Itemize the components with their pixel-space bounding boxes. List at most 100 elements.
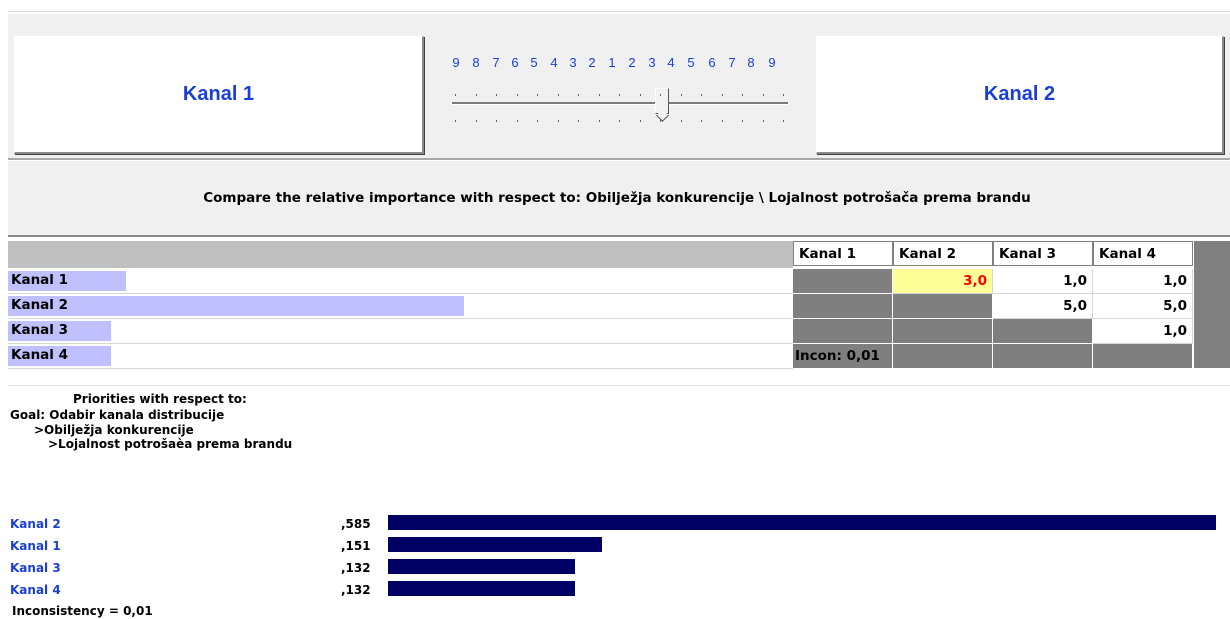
slider-tick bbox=[516, 120, 518, 122]
goal-label: Goal: Odabir kanala distribucije bbox=[10, 408, 225, 422]
matrix-cell-selected[interactable]: 3,0 bbox=[893, 269, 993, 294]
matrix-row-label[interactable]: Kanal 1 bbox=[8, 269, 793, 294]
right-alternative-label: Kanal 2 bbox=[983, 83, 1056, 105]
slider-tick bbox=[537, 120, 538, 122]
slider-track[interactable] bbox=[452, 102, 788, 105]
row-priority-bar bbox=[8, 296, 464, 316]
inconsistency-cell: Incon: 0,01 bbox=[793, 344, 893, 369]
matrix-cell-diagonal bbox=[893, 294, 993, 319]
matrix-cell-lower bbox=[793, 294, 893, 319]
slider-tick bbox=[660, 120, 661, 122]
scale-number: 7 bbox=[492, 55, 500, 70]
priority-value: ,132 bbox=[341, 583, 371, 597]
scale-number: 4 bbox=[667, 55, 675, 70]
slider-tick bbox=[516, 94, 518, 96]
slider-tick bbox=[598, 94, 600, 96]
inconsistency-label: Inconsistency = 0,01 bbox=[12, 604, 153, 618]
top-divider bbox=[8, 11, 1230, 12]
slider-tick bbox=[680, 120, 682, 122]
slider-tick bbox=[455, 94, 456, 96]
matrix-cell-lower bbox=[893, 344, 993, 369]
matrix-cell[interactable]: 5,0 bbox=[1093, 294, 1193, 319]
scale-number: 7 bbox=[728, 55, 736, 70]
matrix-cell-lower bbox=[893, 319, 993, 344]
matrix-cell[interactable]: 1,0 bbox=[1093, 269, 1193, 294]
slider-tick bbox=[475, 120, 477, 122]
comparison-slider[interactable] bbox=[452, 88, 788, 126]
priority-row: Kanal 3 ,132 bbox=[8, 558, 1230, 578]
scale-number: 1 bbox=[608, 55, 616, 70]
slider-thumb[interactable] bbox=[655, 88, 669, 114]
slider-tick bbox=[455, 120, 456, 122]
band-divider bbox=[8, 158, 1230, 160]
scale-number: 2 bbox=[588, 55, 596, 70]
left-alternative-button[interactable]: Kanal 1 bbox=[14, 36, 424, 154]
row-label-text: Kanal 1 bbox=[11, 272, 69, 288]
slider-tick bbox=[721, 120, 723, 122]
slider-tick bbox=[762, 94, 764, 96]
slider-tick bbox=[762, 120, 764, 122]
scale-numbers: 98765432123456789 bbox=[446, 55, 792, 73]
slider-tick bbox=[578, 120, 579, 122]
slider-tick bbox=[619, 120, 620, 122]
slider-tick bbox=[742, 120, 743, 122]
priority-bar bbox=[388, 537, 602, 552]
priority-row: Kanal 2 ,585 bbox=[8, 514, 1230, 534]
matrix-right-panel bbox=[1194, 241, 1230, 368]
matrix-cell[interactable]: 1,0 bbox=[1093, 319, 1193, 344]
scale-number: 9 bbox=[452, 55, 460, 70]
row-label-text: Kanal 2 bbox=[11, 297, 69, 313]
slider-tick bbox=[680, 94, 682, 96]
compare-prompt: Compare the relative importance with res… bbox=[203, 190, 1031, 206]
matrix-cell[interactable]: 1,0 bbox=[993, 269, 1093, 294]
slider-tick bbox=[639, 120, 641, 122]
slider-tick bbox=[742, 94, 743, 96]
slider-tick bbox=[701, 94, 702, 96]
priority-bar bbox=[388, 581, 575, 596]
priority-row: Kanal 1 ,151 bbox=[8, 536, 1230, 556]
column-header: Kanal 3 bbox=[993, 241, 1093, 266]
matrix-row-label[interactable]: Kanal 4 bbox=[8, 344, 793, 369]
slider-tick bbox=[537, 94, 538, 96]
subcriterion-label: >Lojalnost potrošaèa prema brandu bbox=[48, 437, 293, 451]
priority-name: Kanal 1 bbox=[10, 539, 61, 553]
priority-bar bbox=[388, 559, 575, 574]
priority-value: ,151 bbox=[341, 539, 371, 553]
matrix-cell[interactable]: 5,0 bbox=[993, 294, 1093, 319]
matrix-cell-lower bbox=[993, 344, 1093, 369]
scale-number: 3 bbox=[648, 55, 656, 70]
slider-tick bbox=[660, 94, 661, 96]
scale-number: 9 bbox=[768, 55, 776, 70]
matrix-cell-lower bbox=[793, 319, 893, 344]
priorities-title: Priorities with respect to: bbox=[73, 392, 247, 406]
slider-tick bbox=[783, 120, 784, 122]
matrix-row-label[interactable]: Kanal 3 bbox=[8, 319, 793, 344]
section-divider bbox=[8, 385, 1230, 386]
scale-number: 8 bbox=[747, 55, 755, 70]
scale-number: 5 bbox=[530, 55, 538, 70]
slider-tick bbox=[598, 120, 600, 122]
slider-tick bbox=[783, 94, 784, 96]
slider-tick bbox=[496, 94, 497, 96]
priority-value: ,585 bbox=[341, 517, 371, 531]
criterion-label: >Obilježja konkurencije bbox=[34, 423, 194, 437]
slider-tick bbox=[557, 120, 559, 122]
matrix-cell-diagonal bbox=[993, 319, 1093, 344]
column-header: Kanal 2 bbox=[893, 241, 993, 266]
slider-tick bbox=[475, 94, 477, 96]
priority-name: Kanal 3 bbox=[10, 561, 61, 575]
row-label-text: Kanal 3 bbox=[11, 322, 69, 338]
slider-tick bbox=[721, 94, 723, 96]
matrix-row-label[interactable]: Kanal 2 bbox=[8, 294, 793, 319]
right-alternative-button[interactable]: Kanal 2 bbox=[816, 36, 1224, 154]
scale-number: 2 bbox=[628, 55, 636, 70]
slider-tick bbox=[619, 94, 620, 96]
slider-tick bbox=[557, 94, 559, 96]
slider-tick bbox=[701, 120, 702, 122]
matrix-header-blank bbox=[8, 241, 793, 268]
prompt-divider bbox=[8, 235, 1230, 237]
matrix-cell-diagonal bbox=[793, 269, 893, 294]
priority-row: Kanal 4 ,132 bbox=[8, 580, 1230, 600]
scale-number: 3 bbox=[569, 55, 577, 70]
row-label-text: Kanal 4 bbox=[11, 347, 69, 363]
